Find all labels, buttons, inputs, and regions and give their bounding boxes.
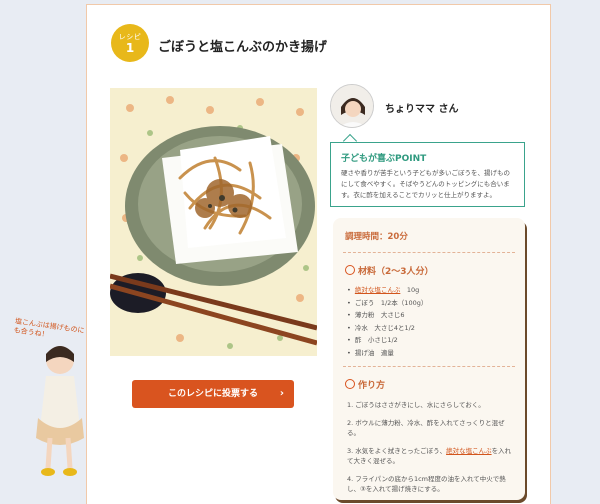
- chevron-right-icon: ›: [279, 388, 284, 399]
- step-item: 4. フライパンの底から1cm程度の油を入れて中火で熱し、③を入れて揚げ焼きにす…: [347, 475, 506, 493]
- chef-name: ちょりママ さん: [385, 104, 459, 115]
- ingredients-heading-text: 材料（2〜3人分）: [358, 267, 434, 277]
- ingredients-list: 絶対な塩こんぶ 10g ごぼう 1/2本（100g） 薄力粉 大さじ6 冷水 大…: [347, 284, 428, 360]
- ingredient-item: 絶対な塩こんぶ 10g: [347, 284, 427, 297]
- method-heading-text: 作り方: [358, 381, 386, 391]
- divider: [343, 366, 515, 367]
- ingredient-item: 薄力粉 大さじ6: [347, 309, 427, 322]
- badge-number: 1: [125, 41, 135, 55]
- method-steps: 1. ごぼうはささがきにし、水にさらしておく。 2. ボウルに薄力粉、冷水、酢を…: [347, 400, 515, 502]
- ingredient-item: 酢 小さじ1/2: [347, 334, 427, 347]
- kids-point-box: 子どもが喜ぶPOINT 硬さや香りが苦手という子どもが多いごぼうを、揚げものにし…: [330, 142, 525, 207]
- point-heading: 子どもが喜ぶPOINT: [341, 154, 427, 164]
- divider: [343, 252, 515, 253]
- point-body: 硬さや香りが苦手という子どもが多いごぼうを、揚げものにして食べやすく。そばやうど…: [341, 169, 510, 199]
- chef-avatar: [330, 84, 374, 128]
- step-ingredient-link[interactable]: 絶対な塩こんぶ: [446, 447, 492, 455]
- ingredient-item: 冷水 大さじ4と1/2: [347, 322, 427, 335]
- step-item: 3. 水気をよく拭きとったごぼう、絶対な塩こんぶを入れて大きく混ぜる。: [347, 447, 512, 465]
- method-heading: 作り方: [345, 378, 385, 391]
- ingredients-heading: 材料（2〜3人分）: [345, 264, 434, 277]
- step-item: 2. ボウルに薄力粉、冷水、酢を入れてさっくりと混ぜる。: [347, 419, 505, 437]
- ingredient-link[interactable]: 絶対な塩こんぶ: [355, 286, 401, 294]
- ingredients-icon: [345, 265, 355, 275]
- recipe-title: ごぼうと塩こんぶのかき揚げ: [158, 40, 328, 55]
- child-illustration: [20, 318, 92, 488]
- vote-button-label: このレシピに投票する: [167, 389, 258, 399]
- recipe-details-card: 調理時間：20分 材料（2〜3人分） 絶対な塩こんぶ 10g ごぼう 1/2本（…: [333, 218, 525, 500]
- step-item: 1. ごぼうはささがきにし、水にさらしておく。: [347, 401, 485, 409]
- vote-recipe-button[interactable]: このレシピに投票する ›: [132, 380, 294, 408]
- method-icon: [345, 379, 355, 389]
- recipe-number-badge: レシピ 1: [111, 24, 149, 62]
- cook-time: 調理時間：20分: [345, 232, 408, 242]
- recipe-photo: [110, 88, 317, 356]
- ingredient-item: 揚げ油 適量: [347, 347, 427, 360]
- ingredient-item: ごぼう 1/2本（100g）: [347, 297, 428, 310]
